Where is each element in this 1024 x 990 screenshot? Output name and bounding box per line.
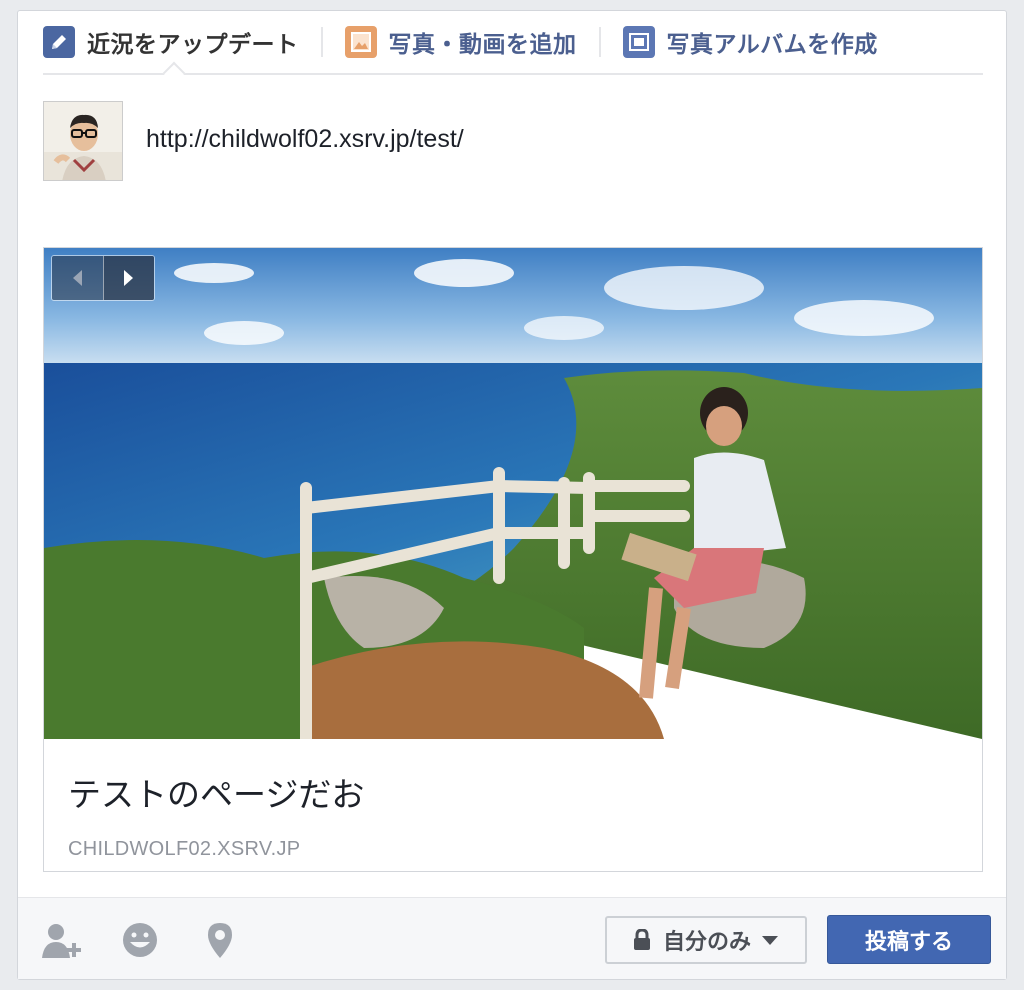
location-pin-icon[interactable] [200, 920, 240, 960]
privacy-selector[interactable]: 自分のみ [605, 916, 807, 964]
post-button[interactable]: 投稿する [827, 915, 991, 964]
pencil-icon [43, 26, 75, 58]
tab-divider [320, 27, 323, 57]
link-preview[interactable]: テストのページだお CHILDWOLF02.XSRV.JP [43, 247, 983, 872]
composer-footer: 自分のみ 投稿する [18, 897, 1006, 979]
preview-title: テストのページだお [68, 775, 365, 814]
add-person-icon[interactable] [40, 920, 81, 960]
previous-image-button[interactable] [52, 256, 103, 300]
preview-image [44, 248, 982, 739]
post-composer: 近況をアップデート 写真・動画を追加 写真アルバムを作成 http://chil… [17, 10, 1007, 980]
image-carousel-nav [51, 255, 155, 301]
lock-icon [633, 929, 650, 950]
tab-create-album[interactable]: 写真アルバムを作成 [622, 10, 878, 74]
photo-icon [344, 26, 377, 58]
chevron-down-icon [762, 936, 778, 945]
tab-label: 写真・動画を追加 [388, 32, 577, 58]
composer-tabs: 近況をアップデート 写真・動画を追加 写真アルバムを作成 [43, 11, 983, 75]
preview-domain: CHILDWOLF02.XSRV.JP [68, 838, 301, 860]
next-image-button[interactable] [102, 256, 154, 300]
avatar [43, 101, 123, 181]
chevron-left-icon [73, 270, 83, 286]
chevron-right-icon [123, 270, 133, 286]
tab-label: 近況をアップデート [87, 32, 299, 58]
privacy-label: 自分のみ [662, 930, 751, 955]
tab-label: 写真アルバムを作成 [666, 32, 878, 58]
status-input[interactable]: http://childwolf02.xsrv.jp/test/ [146, 125, 464, 154]
smiley-icon[interactable] [120, 920, 160, 960]
tab-divider [598, 27, 601, 57]
tab-add-photo-video[interactable]: 写真・動画を追加 [344, 10, 577, 74]
album-icon [622, 26, 655, 58]
